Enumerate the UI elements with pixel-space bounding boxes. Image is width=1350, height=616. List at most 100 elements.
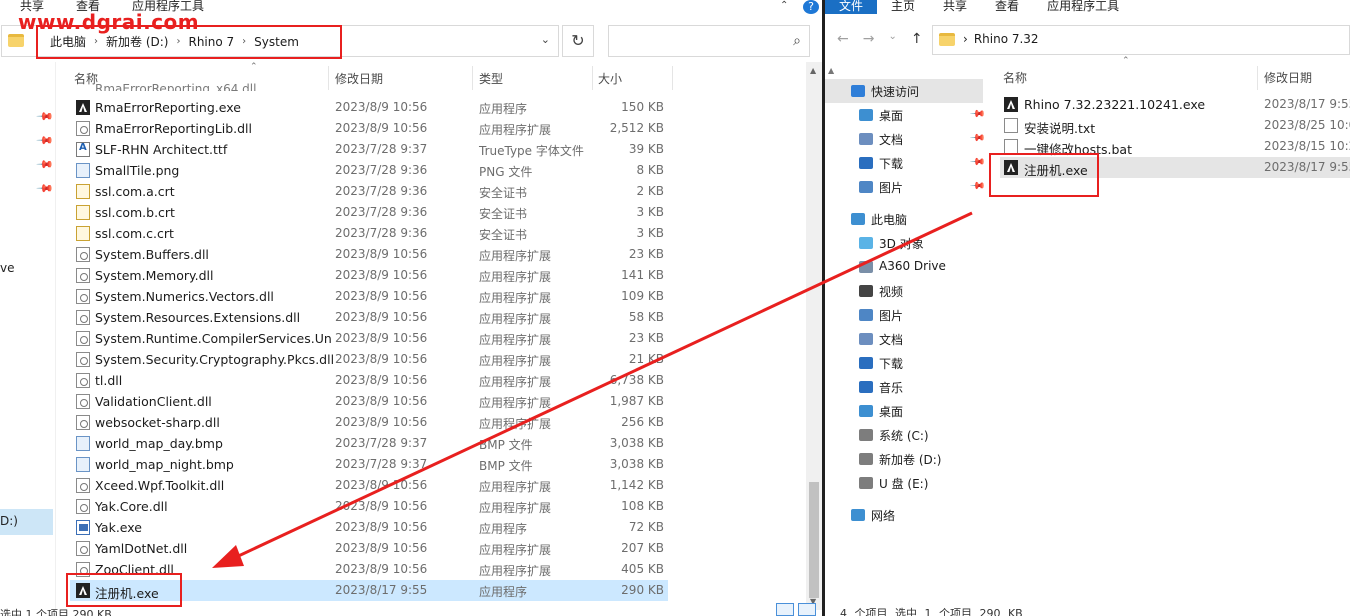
- column-date[interactable]: 修改日期: [1264, 69, 1312, 86]
- file-row[interactable]: websocket-sharp.dll 2023/8/9 10:56 应用程序扩展 2…: [70, 412, 668, 433]
- exe-file-icon: [1004, 97, 1018, 112]
- sidebar-item[interactable]: 下载 📌: [825, 151, 986, 175]
- file-type: 应用程序扩展: [479, 501, 552, 515]
- back-arrow-icon[interactable]: ←: [837, 31, 849, 47]
- file-row[interactable]: Rhino 7.32.23221.10241.exe 2023/8/17 9:55: [1000, 94, 1350, 115]
- file-row[interactable]: SmallTile.png 2023/7/28 9:36 PNG 文件 8 KB: [70, 160, 668, 181]
- file-row[interactable]: RmaErrorReportingLib.dll 2023/8/9 10:56 应用…: [70, 118, 668, 139]
- sidebar-item[interactable]: 图片: [825, 303, 983, 327]
- file-size: 21 KB: [628, 352, 664, 366]
- details-view-icon[interactable]: [776, 603, 794, 616]
- file-row[interactable]: world_map_day.bmp 2023/7/28 9:37 BMP 文件 3,0…: [70, 433, 668, 454]
- sidebar-item-label: 图片: [879, 181, 904, 195]
- scroll-up-icon[interactable]: ▲: [828, 66, 834, 75]
- sidebar-item[interactable]: A360 Drive: [825, 255, 983, 279]
- sidebar-item[interactable]: 快速访问: [825, 79, 983, 103]
- file-row[interactable]: Yak.exe 2023/8/9 10:56 应用程序 72 KB: [70, 517, 668, 538]
- file-row[interactable]: ssl.com.b.crt 2023/7/28 9:36 安全证书 3 KB: [70, 202, 668, 223]
- large-icons-view-icon[interactable]: [798, 603, 816, 616]
- file-type: 应用程序扩展: [479, 564, 552, 578]
- tab-share[interactable]: 共享: [929, 0, 981, 16]
- search-input[interactable]: ⌕: [608, 25, 810, 57]
- file-row[interactable]: Xceed.Wpf.Toolkit.dll 2023/8/9 10:56 应用程序扩…: [70, 475, 668, 496]
- file-row[interactable]: System.Security.Cryptography.Pkcs.dll 202…: [70, 349, 668, 370]
- sort-ascending-icon: ⌃: [1122, 56, 1130, 66]
- pin-icon[interactable]: 📌: [969, 154, 986, 171]
- sidebar-item[interactable]: U 盘 (E:): [825, 471, 983, 495]
- sidebar-item[interactable]: 系统 (C:): [825, 423, 983, 447]
- vertical-scrollbar[interactable]: ▲ ▼: [806, 62, 822, 610]
- tab-app-tools[interactable]: 应用程序工具: [1033, 0, 1133, 16]
- sidebar-item[interactable]: 文档 📌: [825, 127, 986, 151]
- img-file-icon: [76, 163, 90, 178]
- pin-icon[interactable]: 📌: [969, 130, 986, 147]
- file-row[interactable]: System.Numerics.Vectors.dll 2023/8/9 10:5…: [70, 286, 668, 307]
- scroll-up-icon[interactable]: ▲: [810, 66, 816, 75]
- file-type: 应用程序扩展: [479, 417, 552, 431]
- file-row[interactable]: Yak.Core.dll 2023/8/9 10:56 应用程序扩展 108 KB: [70, 496, 668, 517]
- pin-icon[interactable]: 📌: [35, 107, 54, 126]
- sidebar-item[interactable]: 此电脑: [825, 207, 983, 231]
- nav-item-fragment[interactable]: D:): [0, 514, 18, 528]
- file-row[interactable]: tl.dll 2023/8/9 10:56 应用程序扩展 6,738 KB: [70, 370, 668, 391]
- sidebar-item[interactable]: 新加卷 (D:): [825, 447, 983, 471]
- breadcrumb-rhino732[interactable]: Rhino 7.32: [974, 32, 1039, 46]
- tab-home[interactable]: 主页: [877, 0, 929, 16]
- file-row[interactable]: ssl.com.c.crt 2023/7/28 9:36 安全证书 3 KB: [70, 223, 668, 244]
- file-row[interactable]: RmaErrorReporting.exe 2023/8/9 10:56 应用程序 1…: [70, 97, 668, 118]
- nav-item-fragment[interactable]: ve: [0, 261, 14, 275]
- sort-ascending-icon: ⌃: [250, 62, 258, 72]
- column-divider[interactable]: [1257, 66, 1258, 90]
- file-row[interactable]: System.Resources.Extensions.dll 2023/8/9 …: [70, 307, 668, 328]
- file-row[interactable]: 安装说明.txt 2023/8/25 10:0: [1000, 115, 1350, 136]
- column-name[interactable]: 名称: [1003, 69, 1027, 86]
- file-date: 2023/7/28 9:36: [335, 184, 428, 198]
- recent-chevron-icon[interactable]: ⌄: [888, 31, 896, 47]
- pin-icon[interactable]: 📌: [969, 106, 986, 123]
- sidebar-item[interactable]: 网络: [825, 503, 983, 527]
- file-row[interactable]: ssl.com.a.crt 2023/7/28 9:36 安全证书 2 KB: [70, 181, 668, 202]
- file-date: 2023/8/9 10:56: [335, 121, 428, 135]
- sidebar-item[interactable]: 下载: [825, 351, 983, 375]
- file-row[interactable]: world_map_night.bmp 2023/7/28 9:37 BMP 文件 3…: [70, 454, 668, 475]
- refresh-icon[interactable]: ↻: [562, 25, 594, 57]
- up-arrow-icon[interactable]: ↑: [911, 31, 923, 47]
- pin-icon[interactable]: 📌: [35, 155, 54, 174]
- sidebar-item-label: 图片: [879, 309, 904, 323]
- file-row[interactable]: YamlDotNet.dll 2023/8/9 10:56 应用程序扩展 207 KB: [70, 538, 668, 559]
- sidebar-item[interactable]: 文档: [825, 327, 983, 351]
- address-bar[interactable]: › Rhino 7.32: [932, 25, 1350, 55]
- file-size: 405 KB: [621, 562, 664, 576]
- picture-icon: [859, 181, 873, 193]
- file-name: Yak.Core.dll: [95, 499, 168, 514]
- pin-icon[interactable]: 📌: [969, 178, 986, 195]
- chevron-down-icon[interactable]: ⌄: [541, 33, 550, 46]
- file-date: 2023/8/15 10:2: [1264, 139, 1350, 153]
- sidebar-item[interactable]: 桌面: [825, 399, 983, 423]
- scroll-thumb[interactable]: [809, 482, 819, 598]
- sidebar-item[interactable]: 视频: [825, 279, 983, 303]
- file-date: 2023/8/9 10:56: [335, 247, 428, 261]
- file-row[interactable]: System.Runtime.CompilerServices.Un... 202…: [70, 328, 668, 349]
- pin-icon[interactable]: 📌: [35, 179, 54, 198]
- sidebar-item[interactable]: 桌面 📌: [825, 103, 986, 127]
- chevron-right-icon[interactable]: ›: [963, 32, 968, 46]
- tab-file[interactable]: 文件: [825, 0, 878, 14]
- file-name: System.Numerics.Vectors.dll: [95, 289, 274, 304]
- pin-icon[interactable]: 📌: [35, 131, 54, 150]
- file-row[interactable]: ValidationClient.dll 2023/8/9 10:56 应用程序扩展…: [70, 391, 668, 412]
- dll-file-icon: [76, 247, 90, 262]
- sidebar-item[interactable]: 3D 对象: [825, 231, 983, 255]
- tab-view[interactable]: 查看: [981, 0, 1033, 16]
- sidebar-item[interactable]: 图片 📌: [825, 175, 986, 199]
- file-row[interactable]: System.Buffers.dll 2023/8/9 10:56 应用程序扩展 23…: [70, 244, 668, 265]
- forward-arrow-icon[interactable]: →: [863, 31, 875, 47]
- file-row[interactable]: SLF-RHN Architect.ttf2023/7/28 9:37TrueT…: [70, 139, 668, 160]
- collapse-ribbon-icon[interactable]: ⌃: [780, 0, 788, 11]
- column-divider[interactable]: [672, 66, 673, 90]
- file-row[interactable]: System.Memory.dll 2023/8/9 10:56 应用程序扩展 141…: [70, 265, 668, 286]
- dll-file-icon: [76, 331, 90, 346]
- sidebar-item[interactable]: 音乐: [825, 375, 983, 399]
- help-icon[interactable]: ?: [803, 0, 819, 14]
- file-size: 8 KB: [636, 163, 664, 177]
